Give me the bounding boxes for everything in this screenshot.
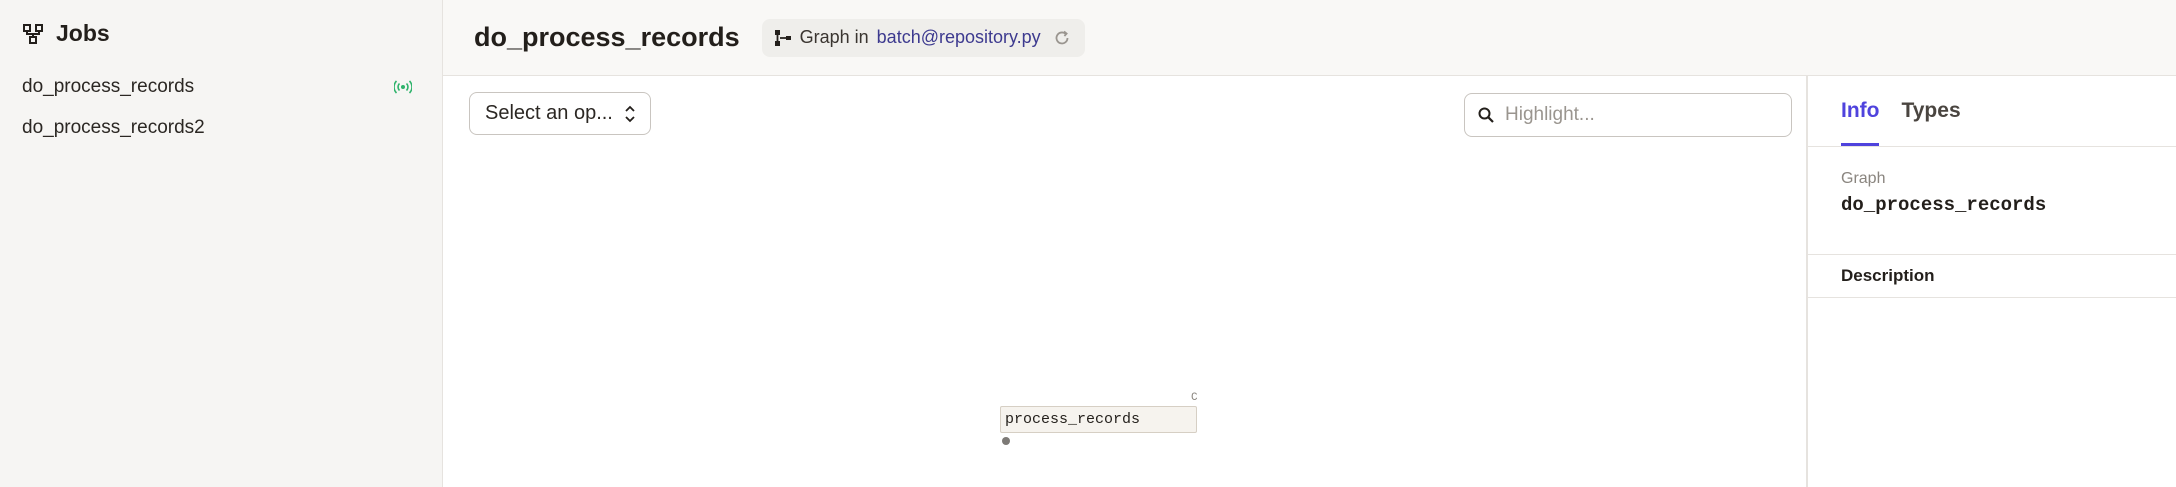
highlight-input[interactable] [1505, 104, 1785, 126]
job-list: do_process_records do_process_records2 [0, 66, 442, 148]
sensor-icon [393, 79, 413, 94]
graph-source-chip: Graph in batch@repository.py [761, 18, 1085, 57]
graph-section-label: Graph [1841, 170, 1886, 187]
chevron-up-down-icon [624, 104, 636, 124]
sidebar-title: Jobs [56, 20, 110, 46]
op-select-dropdown[interactable]: Select an op... [469, 92, 651, 135]
repository-link[interactable]: batch@repository.py [877, 27, 1041, 48]
details-tabs: Info Types [1808, 76, 2176, 147]
op-node-output-port [1002, 437, 1010, 445]
graph-in-label: Graph in [799, 27, 869, 47]
description-section: Description [1808, 255, 2176, 298]
graph-name: do_process_records [1841, 194, 2047, 216]
description-label: Description [1841, 266, 1935, 285]
job-item-label: do_process_records [22, 75, 195, 97]
tab-types[interactable]: Types [1901, 99, 1960, 146]
highlight-search[interactable] [1464, 93, 1792, 137]
sidebar-header: Jobs [22, 20, 110, 47]
app-root: Jobs do_process_records do_process_recor… [0, 0, 2176, 487]
page-header: do_process_records Graph in batch@reposi… [443, 0, 2176, 76]
jobs-sidebar: Jobs do_process_records do_process_recor… [0, 0, 443, 487]
details-panel: Info Types Graph do_process_records Desc… [1808, 76, 2176, 487]
main-area: do_process_records Graph in batch@reposi… [443, 0, 2176, 487]
reload-icon[interactable] [1053, 29, 1071, 47]
jobs-icon [22, 23, 44, 45]
sidebar-item-do-process-records[interactable]: do_process_records [0, 66, 442, 107]
op-node-label: process_records [1005, 411, 1141, 428]
op-node-corner-marker: C [1191, 392, 1198, 404]
sidebar-item-do-process-records2[interactable]: do_process_records2 [0, 107, 442, 148]
op-node-process-records[interactable]: process_records [1000, 406, 1197, 433]
graph-icon [774, 29, 792, 47]
graph-canvas[interactable]: Select an op... Highlight... C process_r… [443, 76, 1808, 487]
job-item-label: do_process_records2 [22, 116, 205, 138]
page-title: do_process_records [474, 22, 740, 52]
content-area: Select an op... Highlight... C process_r… [443, 76, 2176, 487]
search-icon [1477, 106, 1495, 124]
graph-info-section: Graph do_process_records [1808, 147, 2176, 255]
tab-info[interactable]: Info [1841, 99, 1880, 146]
op-select-label: Select an op... [485, 102, 613, 124]
